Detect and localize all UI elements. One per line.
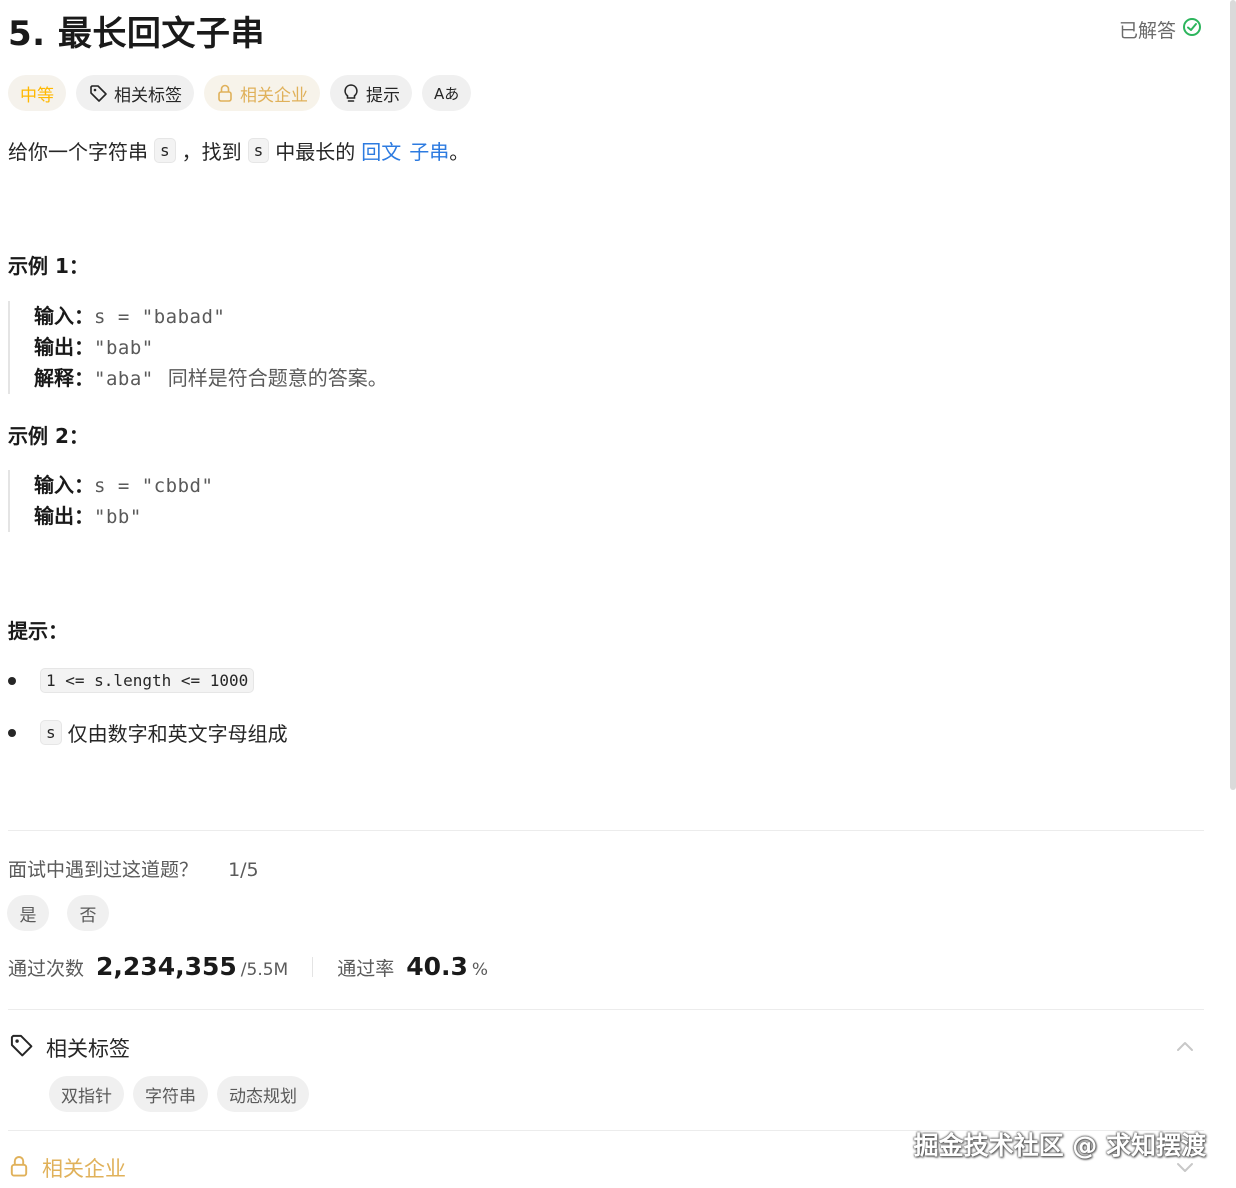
submissions-value: /5.5M	[240, 960, 289, 980]
example-1-block: 输入：s = "babad" 输出："bab" 解释："aba" 同样是符合题意的…	[8, 301, 388, 394]
lightbulb-icon	[342, 83, 360, 103]
chevron-up-icon[interactable]	[1174, 1036, 1196, 1062]
explain-value: "aba"	[94, 368, 154, 390]
interview-question-text: 面试中遇到过这道题？	[8, 859, 199, 881]
solved-status: 已解答	[1119, 16, 1202, 43]
inline-code: s	[247, 138, 270, 163]
desc-text-3: 中最长的	[275, 140, 356, 164]
difficulty-badge[interactable]: 中等	[8, 75, 66, 111]
topic-tag[interactable]: 动态规划	[217, 1076, 309, 1112]
rate-unit: %	[471, 960, 489, 980]
explain-label: 解释：	[34, 366, 94, 390]
desc-text-2: ，找到	[181, 140, 242, 164]
input-value: s = "cbbd"	[94, 475, 214, 497]
tag-bar: 中等 相关标签 相关企业 提示 Aあ	[8, 75, 472, 111]
divider	[8, 1009, 1204, 1010]
inline-code: 1 <= s.length <= 1000	[40, 668, 255, 693]
difficulty-label: 中等	[20, 85, 54, 106]
bullet-dot	[8, 728, 16, 737]
watermark: 掘金技术社区 @ 求知摆渡	[913, 1131, 1206, 1160]
no-button[interactable]: 否	[67, 895, 109, 931]
tag-icon	[8, 1032, 34, 1063]
output-value: "bab"	[94, 337, 154, 359]
desc-text-1: 给你一个字符串	[8, 140, 148, 164]
input-label: 输入：	[34, 473, 94, 497]
divider	[8, 830, 1204, 831]
list-item: s 仅由数字和英文字母组成	[8, 718, 288, 747]
topics-heading: 相关标签	[46, 1036, 130, 1061]
example-1-heading: 示例 1：	[8, 254, 89, 278]
output-label: 输出：	[34, 335, 94, 359]
lock-icon	[8, 1154, 30, 1183]
example-2-heading: 示例 2：	[8, 424, 89, 448]
constraints-heading: 提示：	[8, 619, 68, 643]
translate-icon: Aあ	[434, 84, 460, 103]
example-2-block: 输入：s = "cbbd" 输出："bb"	[8, 470, 213, 532]
hint-button[interactable]: 提示	[330, 75, 412, 111]
rate-value: 40.3	[406, 952, 468, 981]
related-companies-label: 相关企业	[240, 85, 308, 106]
input-value: s = "babad"	[94, 306, 226, 328]
interview-question: 面试中遇到过这道题？ 1/5	[8, 855, 259, 882]
scrollbar[interactable]	[1230, 0, 1236, 790]
substring-link[interactable]: 子串	[409, 136, 449, 165]
output-value: "bb"	[94, 506, 142, 528]
explain-text: 同样是符合题意的答案。	[167, 366, 388, 390]
tag-icon	[88, 83, 108, 103]
check-circle-icon	[1182, 17, 1202, 42]
output-label: 输出：	[34, 504, 94, 528]
accepted-label: 通过次数	[8, 958, 85, 980]
palindrome-link[interactable]: 回文	[361, 136, 401, 165]
topic-tag[interactable]: 双指针	[49, 1076, 124, 1112]
stats-row: 通过次数 2,234,355 /5.5M 通过率 40.3 %	[8, 952, 488, 981]
companies-section-header[interactable]: 相关企业	[8, 1153, 126, 1183]
topics-section-header[interactable]: 相关标签	[8, 1032, 130, 1063]
related-tags-button[interactable]: 相关标签	[76, 75, 194, 111]
hint-label: 提示	[366, 85, 400, 106]
desc-text-4: 。	[449, 140, 470, 164]
problem-title: 5. 最长回文子串	[8, 14, 265, 54]
bullet-dot	[8, 676, 16, 685]
related-companies-button[interactable]: 相关企业	[204, 75, 320, 111]
list-item: 1 <= s.length <= 1000	[8, 668, 260, 693]
accepted-value: 2,234,355	[96, 952, 237, 981]
input-label: 输入：	[34, 304, 94, 328]
rate-label: 通过率	[337, 958, 395, 980]
interview-fraction: 1/5	[228, 859, 259, 881]
constraint-text: 仅由数字和英文字母组成	[67, 722, 288, 746]
stats-divider	[312, 956, 314, 977]
font-toggle-button[interactable]: Aあ	[422, 75, 472, 111]
lock-icon	[216, 83, 234, 103]
solved-label: 已解答	[1118, 20, 1176, 42]
companies-heading: 相关企业	[42, 1157, 126, 1181]
inline-code: s	[40, 720, 62, 745]
topic-tag[interactable]: 字符串	[133, 1076, 208, 1112]
related-tags-label: 相关标签	[114, 85, 182, 106]
yes-button[interactable]: 是	[7, 895, 49, 931]
problem-description: 给你一个字符串 s ，找到 s 中最长的 回文 子串 。	[8, 136, 469, 165]
inline-code: s	[154, 138, 176, 163]
